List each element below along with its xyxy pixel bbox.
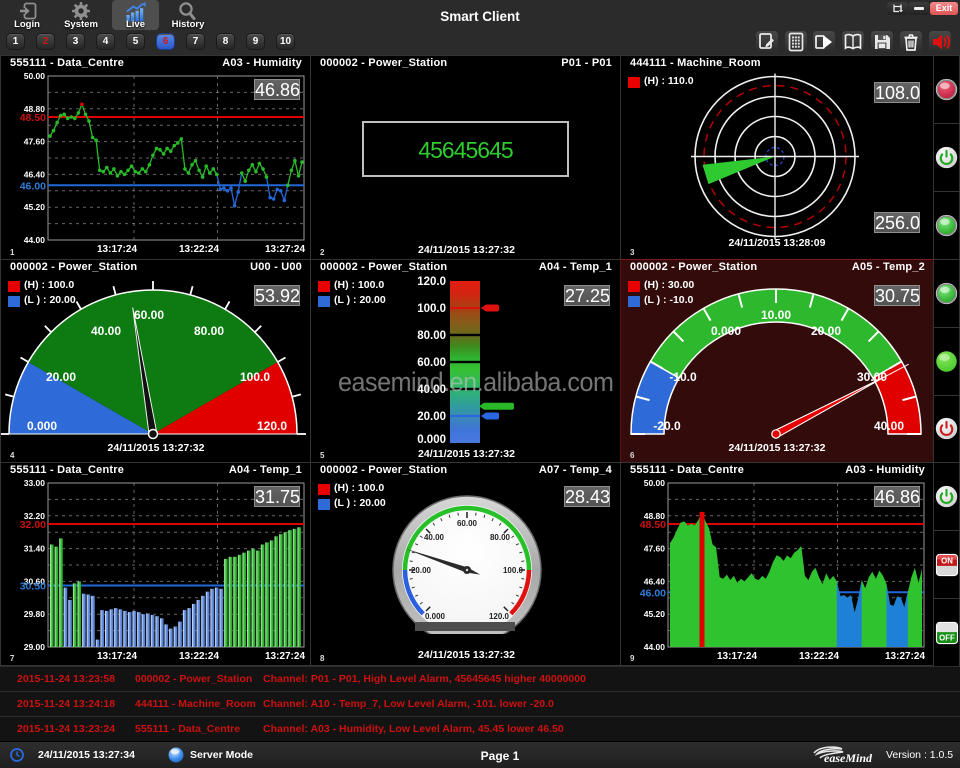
svg-text:120.0: 120.0 [257,419,287,433]
svg-text:20.00: 20.00 [46,370,76,384]
svg-text:30.00: 30.00 [857,370,887,384]
svg-text:0.000: 0.000 [27,419,57,433]
svg-text:80.00: 80.00 [490,533,511,542]
svg-text:40.00: 40.00 [874,419,904,433]
svg-text:32.00: 32.00 [20,519,46,531]
svg-text:45.20: 45.20 [644,609,666,619]
svg-text:-20.0: -20.0 [653,419,681,433]
svg-text:13:27:24: 13:27:24 [265,244,305,255]
svg-text:0.000: 0.000 [417,434,446,446]
svg-text:44.00: 44.00 [644,642,666,652]
svg-text:46.00: 46.00 [20,180,46,192]
svg-text:13:17:24: 13:17:24 [97,651,137,662]
svg-text:48.50: 48.50 [640,519,666,531]
svg-text:100.0: 100.0 [417,303,446,315]
svg-text:46.40: 46.40 [24,169,46,179]
svg-text:60.00: 60.00 [134,308,164,322]
svg-text:13:27:24: 13:27:24 [885,651,925,662]
svg-text:20.00: 20.00 [411,566,432,575]
svg-text:-10.0: -10.0 [669,370,697,384]
svg-text:48.50: 48.50 [20,112,46,124]
svg-text:13:22:24: 13:22:24 [179,651,219,662]
svg-text:0.000: 0.000 [425,612,446,621]
svg-text:40.00: 40.00 [424,533,445,542]
svg-text:13:27:24: 13:27:24 [265,651,305,662]
svg-text:OFF: OFF [939,633,955,642]
svg-text:33.00: 33.00 [24,478,46,488]
svg-text:40.00: 40.00 [91,324,121,338]
svg-text:10.00: 10.00 [761,308,791,322]
svg-text:47.60: 47.60 [24,137,46,147]
svg-text:31.40: 31.40 [24,544,46,554]
svg-text:46.00: 46.00 [640,587,666,599]
svg-text:0.000: 0.000 [711,324,741,338]
svg-text:29.80: 29.80 [24,609,46,619]
svg-text:100.0: 100.0 [240,370,270,384]
svg-text:45.20: 45.20 [24,202,46,212]
svg-text:44.00: 44.00 [24,235,46,245]
svg-text:80.00: 80.00 [194,324,224,338]
svg-text:29.00: 29.00 [24,642,46,652]
svg-text:80.00: 80.00 [417,330,446,342]
svg-text:13:22:24: 13:22:24 [799,651,839,662]
svg-text:20.00: 20.00 [811,324,841,338]
svg-text:60.00: 60.00 [457,519,478,528]
svg-text:20.00: 20.00 [417,411,446,423]
svg-text:46.40: 46.40 [644,576,666,586]
svg-text:100.0: 100.0 [503,566,524,575]
svg-text:47.60: 47.60 [644,544,666,554]
svg-text:50.00: 50.00 [644,478,666,488]
svg-text:13:17:24: 13:17:24 [717,651,757,662]
svg-text:13:22:24: 13:22:24 [179,244,219,255]
svg-text:120.0: 120.0 [417,276,446,288]
svg-text:30.50: 30.50 [20,581,46,593]
svg-text:50.00: 50.00 [24,71,46,81]
svg-text:easeMind: easeMind [824,751,873,765]
svg-text:120.0: 120.0 [489,612,510,621]
svg-text:13:17:24: 13:17:24 [97,244,137,255]
svg-text:ON: ON [941,557,953,566]
